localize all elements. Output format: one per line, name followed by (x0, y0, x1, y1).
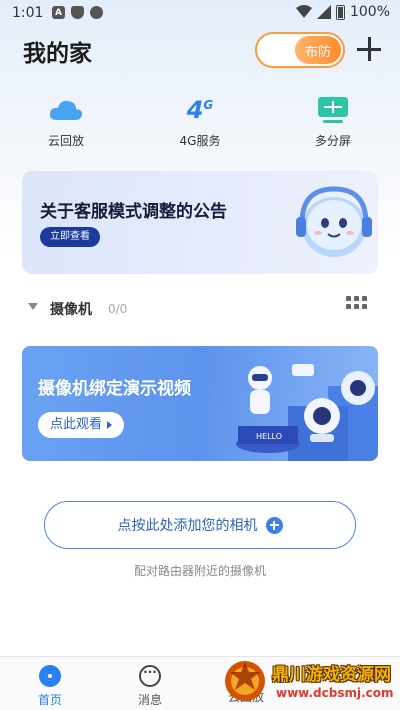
multi-screen-button[interactable]: 多分屏 (283, 92, 383, 149)
watermark: 鼎川游戏资源网 www.dcbsmj.com (218, 652, 400, 710)
add-device-icon[interactable] (356, 36, 382, 62)
notice-view-button[interactable]: 立即查看 (40, 227, 100, 247)
app-a-icon: A (52, 6, 65, 19)
battery-level: 100% (349, 4, 390, 20)
watermark-url: www.dcbsmj.com (276, 686, 394, 700)
notification-icons: A (52, 6, 103, 19)
cloud-icon (49, 100, 83, 120)
tab-home-label: 首页 (37, 693, 62, 707)
notice-banner[interactable]: 关于客服模式调整的公告 立即查看 (22, 171, 378, 274)
shield-icon (71, 6, 84, 19)
tab-messages[interactable]: 消息 (110, 665, 190, 708)
4g-icon: 4G (186, 96, 214, 124)
watch-video-label: 点此观看 (50, 417, 103, 432)
wifi-icon (295, 5, 312, 18)
add-camera-button[interactable]: 点按此处添加您的相机 (44, 501, 356, 549)
status-time: 1:01 (12, 5, 44, 21)
demo-video-banner[interactable]: 摄像机绑定演示视频 点此观看 HELLO (22, 346, 378, 461)
notice-title: 关于客服模式调整的公告 (40, 202, 227, 222)
watermark-title: 鼎川游戏资源网 (272, 665, 391, 685)
arm-toggle[interactable]: 布防 (255, 32, 345, 68)
play-icon (107, 421, 113, 429)
tab-messages-label: 消息 (137, 693, 162, 707)
4g-service-label: 4G服务 (179, 134, 221, 148)
multi-screen-label: 多分屏 (314, 134, 351, 148)
cloud-playback-button[interactable]: 云回放 (16, 92, 116, 149)
play-circle-icon (90, 6, 103, 19)
collapse-arrow-icon[interactable] (28, 303, 38, 310)
status-right: 100% (295, 4, 390, 20)
status-bar: 1:01 A 100% (0, 0, 400, 28)
grid-view-icon[interactable] (346, 296, 368, 312)
camera-count: 0/0 (108, 302, 128, 316)
watch-video-button[interactable]: 点此观看 (38, 412, 125, 438)
video-banner-title: 摄像机绑定演示视频 (38, 379, 191, 399)
robot-stand-text: HELLO (256, 432, 282, 441)
tab-home[interactable]: 首页 (10, 665, 90, 708)
message-icon (139, 665, 161, 687)
4g-service-button[interactable]: 4G 4G服务 (150, 92, 250, 149)
battery-icon (335, 4, 345, 20)
plus-circle-icon (265, 516, 283, 534)
watermark-logo-icon (225, 661, 265, 701)
robot-camera-illustration: HELLO (236, 364, 378, 461)
page-title: 我的家 (23, 41, 92, 67)
support-mascot-icon (296, 186, 372, 257)
multi-screen-icon (318, 97, 348, 123)
signal-icon (316, 5, 331, 19)
add-camera-label: 点按此处添加您的相机 (117, 518, 258, 534)
arm-toggle-label: 布防 (295, 36, 341, 64)
cloud-playback-label: 云回放 (47, 134, 84, 148)
home-icon (39, 665, 61, 687)
camera-section-title[interactable]: 摄像机 (50, 299, 92, 319)
add-camera-hint: 配对路由器附近的摄像机 (133, 564, 266, 578)
